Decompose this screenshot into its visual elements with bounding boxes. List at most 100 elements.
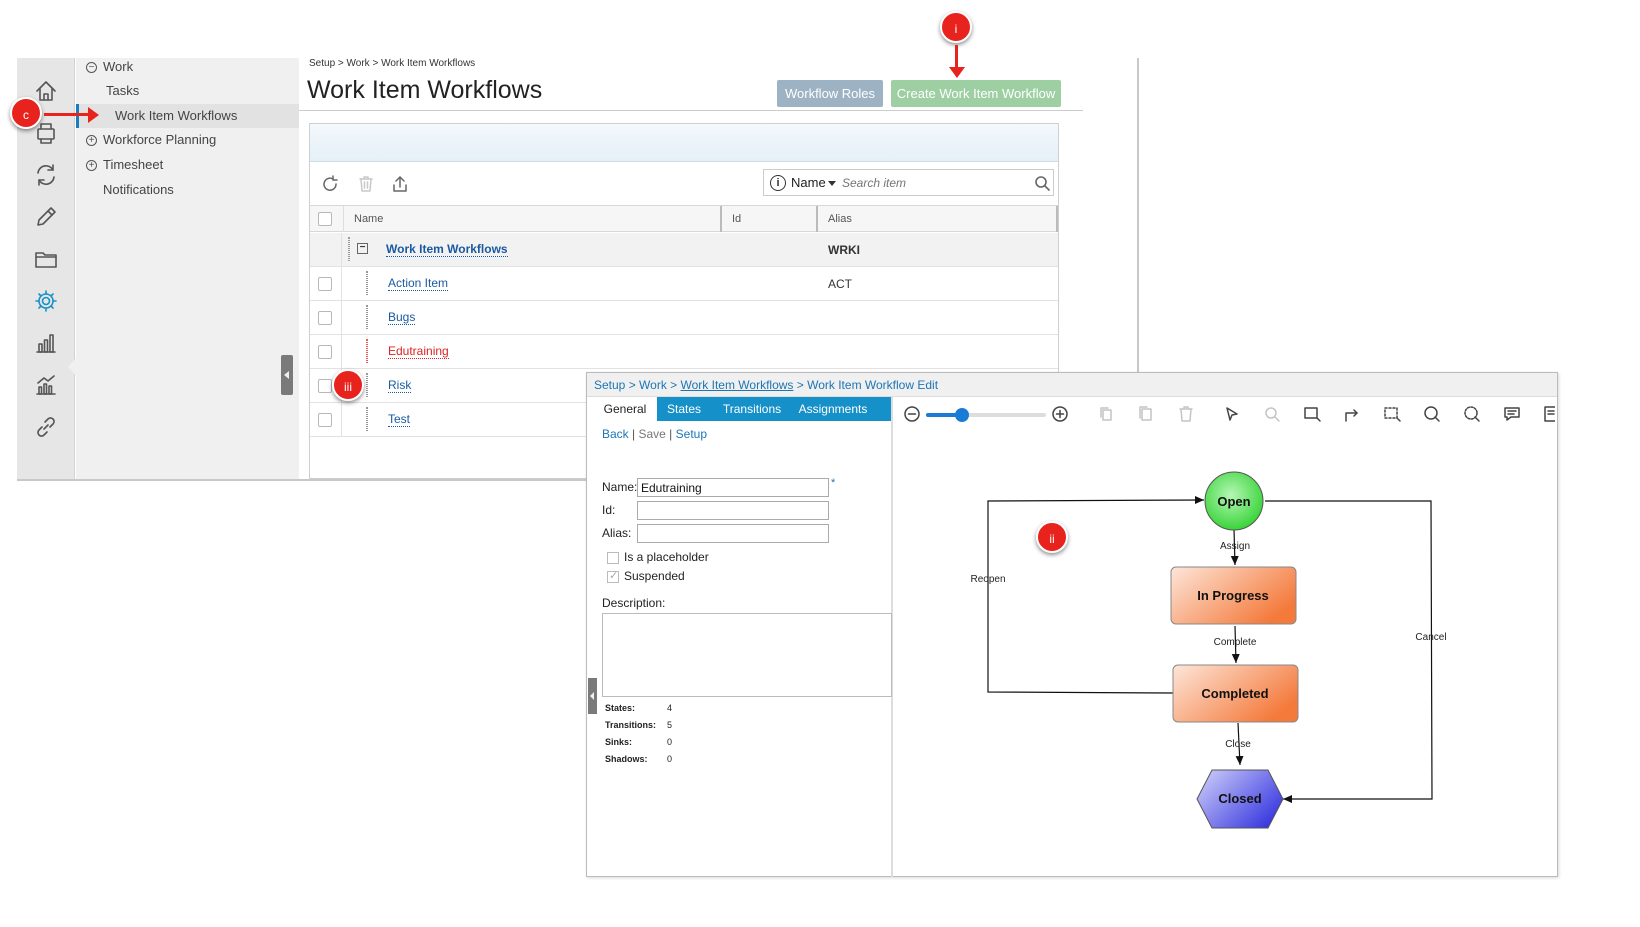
bar-chart-icon[interactable] [33, 330, 59, 356]
back-link[interactable]: Back [602, 427, 629, 441]
drag-handle[interactable] [348, 237, 350, 261]
table-row[interactable]: Edutraining [310, 335, 1058, 369]
description-textarea[interactable] [602, 613, 892, 697]
refresh-icon[interactable] [320, 174, 340, 194]
alias-field[interactable] [637, 524, 829, 543]
nav-item-tasks[interactable]: Tasks [106, 79, 139, 103]
callout-iii: iii [332, 369, 364, 401]
table-row[interactable]: Bugs [310, 301, 1058, 335]
comment-icon[interactable] [1503, 405, 1521, 423]
pencil-icon[interactable] [33, 204, 59, 230]
tab-assignments[interactable]: Assignments [793, 397, 873, 421]
row-checkbox[interactable] [318, 277, 332, 291]
collapse-group-icon[interactable]: − [357, 243, 368, 254]
nav-item-timesheet[interactable]: + Timesheet [86, 153, 163, 177]
zoom-slider-handle[interactable] [955, 408, 969, 422]
row-checkbox[interactable] [318, 413, 332, 427]
export-icon[interactable] [390, 174, 410, 194]
zoom-slider[interactable] [926, 408, 1046, 422]
nav-item-notifications[interactable]: Notifications [103, 178, 174, 202]
column-alias[interactable]: Alias [816, 206, 1058, 232]
edit-form-panel: General States Transitions Assignments B… [593, 397, 893, 877]
row-name-link[interactable]: Action Item [388, 276, 449, 291]
add-shadow-icon[interactable] [1463, 405, 1481, 423]
transition-cancel[interactable]: Cancel [1265, 500, 1447, 803]
sync-icon[interactable] [33, 162, 59, 188]
placeholder-option[interactable]: Is a placeholder [607, 550, 709, 564]
states-count: 4 [667, 703, 673, 713]
name-field[interactable] [637, 478, 829, 497]
state-closed[interactable]: Closed [1196, 769, 1284, 829]
suspended-checkbox[interactable] [607, 569, 619, 583]
nav-item-work-item-workflows[interactable]: Work Item Workflows [76, 104, 299, 128]
nav-label: Workforce Planning [103, 132, 217, 147]
save-link[interactable]: Save [638, 427, 665, 441]
row-name-link[interactable]: Risk [388, 378, 412, 393]
transition-reopen[interactable]: Reopen [970, 496, 1205, 694]
setup-link[interactable]: Setup [676, 427, 707, 441]
transition-close[interactable]: Close [1225, 722, 1251, 766]
create-workflow-button[interactable]: Create Work Item Workflow [891, 80, 1061, 107]
select-all-checkbox[interactable] [318, 212, 332, 226]
tab-transitions[interactable]: Transitions [711, 397, 793, 421]
drag-handle[interactable] [366, 305, 368, 329]
collapse-panel-handle[interactable] [281, 355, 293, 395]
row-name-link[interactable]: Edutraining [388, 344, 449, 359]
drag-handle[interactable] [366, 407, 368, 431]
gear-icon[interactable] [33, 288, 59, 314]
link-icon[interactable] [33, 414, 59, 440]
collapse-panel-handle[interactable] [588, 678, 597, 714]
paste-icon[interactable] [1137, 405, 1155, 423]
zoom-in-icon[interactable] [1051, 405, 1069, 423]
column-id[interactable]: Id [720, 206, 816, 232]
zoom-region-icon[interactable] [1263, 405, 1281, 423]
add-sink-icon[interactable] [1423, 405, 1441, 423]
state-completed[interactable]: Completed [1172, 664, 1299, 723]
crumb-work[interactable]: Work [639, 378, 667, 392]
add-state-icon[interactable] [1303, 405, 1321, 423]
home-icon[interactable] [33, 78, 59, 104]
tab-general[interactable]: General [593, 397, 657, 421]
crumb-setup[interactable]: Setup [594, 378, 625, 392]
callout-c: c [10, 97, 42, 129]
delete-icon[interactable] [356, 174, 376, 194]
transition-complete[interactable]: Complete [1214, 625, 1257, 664]
row-name-link[interactable]: Test [388, 412, 411, 427]
id-field[interactable] [637, 501, 829, 520]
column-name[interactable]: Name [343, 206, 720, 232]
drag-handle[interactable] [366, 271, 368, 295]
analytics-icon[interactable] [33, 372, 59, 398]
transition-assign[interactable]: Assign [1220, 528, 1250, 566]
table-row[interactable]: Action Item ACT [310, 267, 1058, 301]
select-region-icon[interactable] [1383, 405, 1401, 423]
workflow-roles-button[interactable]: Workflow Roles [777, 80, 883, 107]
suspended-option[interactable]: Suspended [607, 569, 685, 583]
row-name-link[interactable]: Work Item Workflows [386, 242, 508, 257]
delete-icon[interactable] [1177, 405, 1195, 423]
tab-states[interactable]: States [657, 397, 711, 421]
search-field-selector[interactable]: Name [791, 175, 826, 190]
search-icon[interactable] [1034, 175, 1051, 192]
zoom-out-icon[interactable] [903, 405, 921, 423]
chevron-down-icon[interactable] [828, 181, 836, 186]
drag-handle[interactable] [366, 373, 368, 397]
add-transition-icon[interactable] [1343, 405, 1361, 423]
row-name-link[interactable]: Bugs [388, 310, 416, 325]
more-tools-icon[interactable] [1543, 405, 1555, 423]
row-checkbox[interactable] [318, 345, 332, 359]
state-open[interactable]: Open [1204, 471, 1264, 531]
crumb-workflows[interactable]: Work Item Workflows [681, 378, 794, 392]
placeholder-checkbox[interactable] [607, 551, 619, 564]
state-in-progress[interactable]: In Progress [1170, 566, 1297, 625]
copy-icon[interactable] [1097, 405, 1115, 423]
drag-handle[interactable] [366, 339, 368, 363]
nav-item-workforce-planning[interactable]: + Workforce Planning [86, 128, 216, 152]
callout-i: i [940, 11, 972, 43]
row-checkbox[interactable] [318, 379, 332, 393]
search-input[interactable] [840, 173, 1025, 193]
nav-item-work[interactable]: − Work [86, 55, 133, 79]
pointer-tool-icon[interactable] [1223, 405, 1241, 423]
row-checkbox[interactable] [318, 311, 332, 325]
table-row-group[interactable]: − Work Item Workflows WRKI [310, 233, 1058, 267]
folder-icon[interactable] [33, 246, 59, 272]
